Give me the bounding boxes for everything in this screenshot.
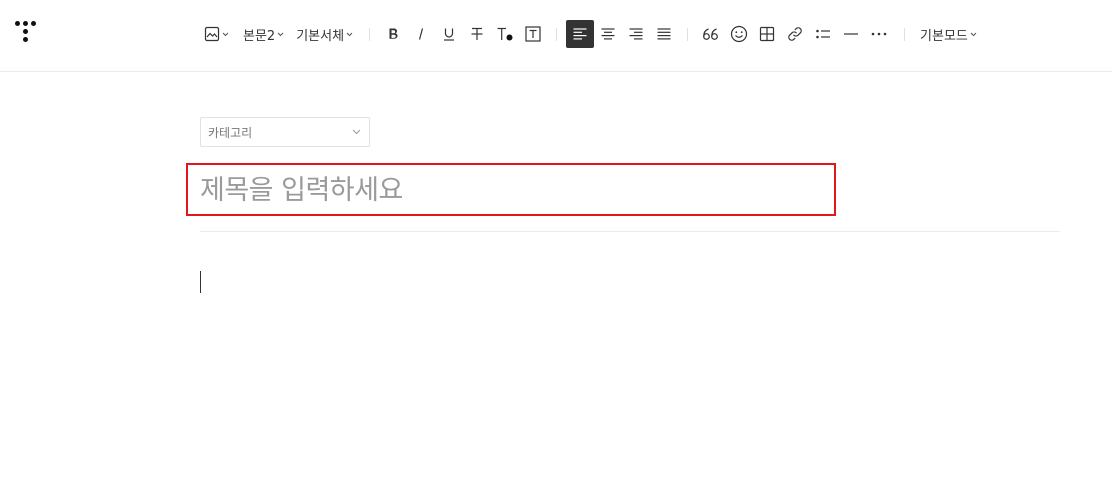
more-icon [871, 32, 887, 36]
paragraph-style-label: 본문2 [243, 28, 276, 44]
post-body-editor[interactable] [200, 247, 1060, 487]
horizontal-rule-button[interactable] [837, 20, 865, 48]
font-family-label: 기본서체 [296, 28, 345, 44]
emoticon-button[interactable] [725, 20, 753, 48]
bold-icon [389, 28, 398, 39]
more-options-button[interactable] [865, 20, 893, 48]
bold-button[interactable] [379, 20, 407, 48]
align-center-button[interactable] [594, 20, 622, 48]
formatting-toolbar: 본문2 기본서체 기본모드 [200, 18, 981, 50]
link-icon [788, 27, 802, 41]
post-title-input[interactable] [200, 171, 820, 209]
chevron-down-icon [970, 32, 977, 36]
category-select[interactable]: 카테고리 [200, 117, 370, 147]
title-highlight-box [186, 163, 836, 216]
text-color-button[interactable] [491, 20, 519, 48]
align-justify-icon [657, 28, 671, 40]
italic-icon [418, 28, 424, 40]
bullet-list-button[interactable] [809, 20, 837, 48]
table-button[interactable] [753, 20, 781, 48]
toolbar-divider [904, 27, 906, 41]
underline-icon [444, 28, 455, 41]
smile-icon [730, 25, 748, 43]
align-left-button[interactable] [566, 20, 595, 48]
text-color-icon [497, 27, 513, 41]
title-divider [200, 231, 1060, 232]
align-right-button[interactable] [622, 20, 650, 48]
category-label: 카테고리 [208, 125, 253, 140]
strikethrough-button[interactable] [463, 20, 491, 48]
align-center-icon [601, 28, 615, 40]
text-cursor [200, 271, 201, 293]
post-editor: 카테고리 [186, 117, 1060, 293]
chevron-down-icon [277, 32, 284, 36]
link-button[interactable] [781, 20, 809, 48]
editor-mode-label: 기본모드 [920, 28, 968, 44]
chevron-down-icon [352, 129, 361, 135]
table-icon [759, 26, 775, 42]
text-background-icon [525, 26, 541, 42]
align-left-icon [573, 28, 587, 40]
align-justify-button[interactable] [650, 20, 678, 48]
text-background-button[interactable] [519, 20, 547, 48]
horizontal-line-icon [844, 33, 859, 35]
toolbar-divider [556, 27, 558, 41]
italic-button[interactable] [407, 20, 435, 48]
toolbar-divider [369, 27, 371, 41]
strikethrough-icon [471, 27, 483, 40]
chevron-down-icon [222, 32, 229, 36]
editor-mode-dropdown[interactable]: 기본모드 [916, 18, 981, 50]
bullet-list-icon [816, 29, 831, 39]
quote-icon [703, 28, 718, 40]
font-family-dropdown[interactable]: 기본서체 [292, 18, 357, 50]
quote-button[interactable] [697, 20, 725, 48]
tistory-logo-icon[interactable] [15, 21, 41, 49]
insert-image-dropdown[interactable] [200, 18, 233, 50]
image-icon [204, 26, 220, 42]
underline-button[interactable] [435, 20, 463, 48]
chevron-down-icon [346, 32, 353, 36]
editor-header: 본문2 기본서체 기본모드 [0, 0, 1112, 72]
toolbar-divider [687, 27, 689, 41]
align-right-icon [629, 28, 643, 40]
paragraph-style-dropdown[interactable]: 본문2 [239, 18, 288, 50]
